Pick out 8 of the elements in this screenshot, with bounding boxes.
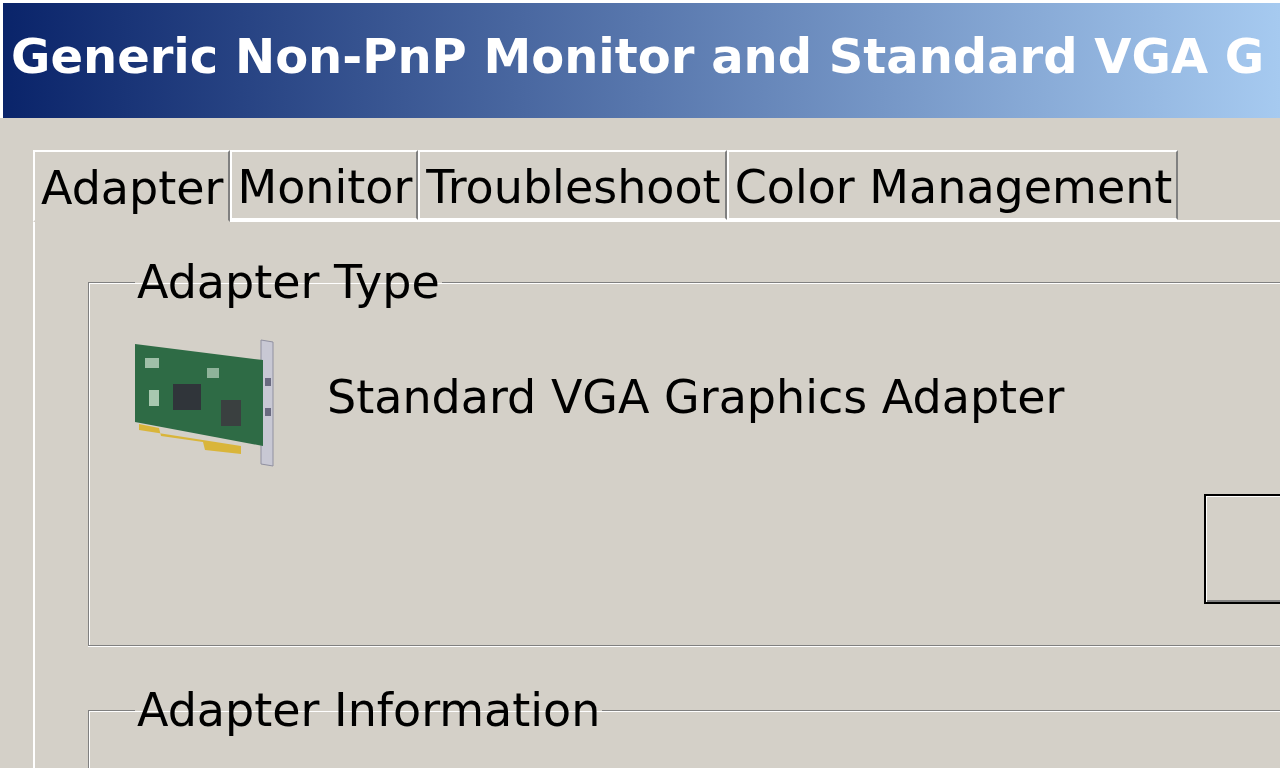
tab[interactable]: Color Management (726, 150, 1179, 220)
window-title: Generic Non-PnP Monitor and Standard VGA G (11, 27, 1265, 84)
tab[interactable]: Adapter (33, 150, 230, 222)
adapter-name: Standard VGA Graphics Adapter (327, 370, 1065, 424)
tab[interactable]: Monitor (229, 150, 419, 220)
group-title: Adapter Information (136, 684, 602, 736)
group-title: Adapter Type (136, 256, 441, 308)
tab[interactable]: Troubleshoot (418, 150, 727, 220)
